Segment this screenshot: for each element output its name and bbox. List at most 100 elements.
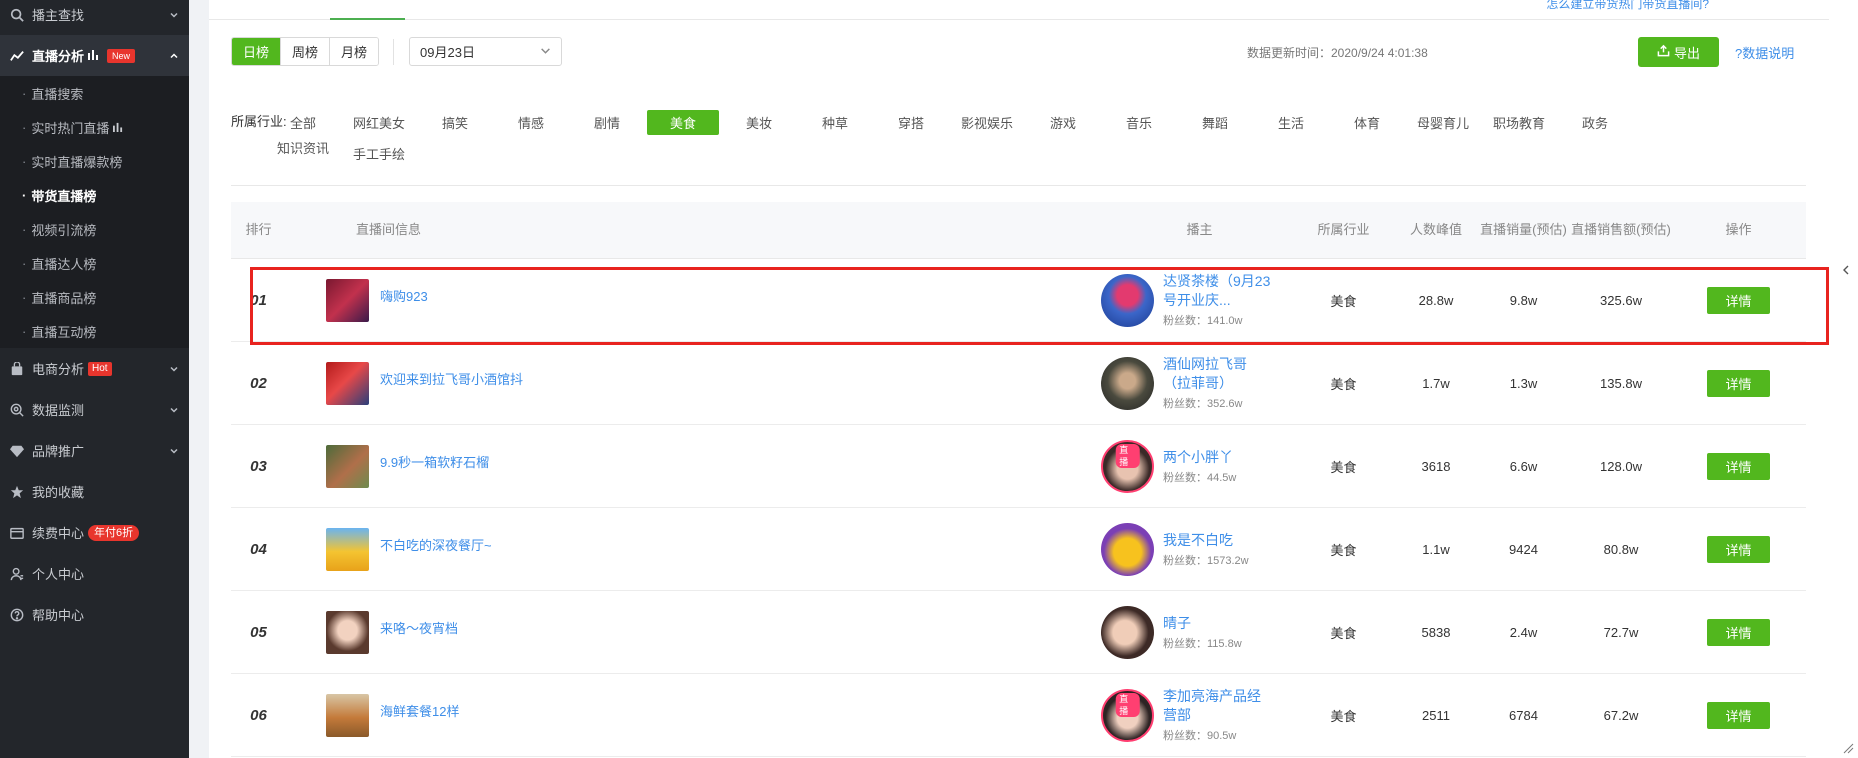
industry-tag[interactable]: 美妆	[721, 110, 797, 135]
room-thumbnail[interactable]	[326, 278, 369, 322]
room-thumbnail[interactable]	[326, 444, 369, 488]
sidebar-item-help[interactable]: 帮助中心	[0, 594, 189, 635]
sidebar-item-label: 直播分析	[32, 49, 85, 64]
detail-button[interactable]: 详情	[1707, 452, 1770, 480]
submenu-label: 直播达人榜	[31, 256, 97, 272]
date-select[interactable]: 09月23日	[409, 37, 563, 66]
diamond-icon	[8, 442, 26, 460]
sidebar-item-live-analysis[interactable]: 直播分析 New	[0, 35, 189, 76]
sidebar-item-ecommerce[interactable]: 电商分析 Hot	[0, 348, 189, 389]
table-row: 01 嗨购923 达贤茶楼（9月23号开业庆... 粉丝数：141.0w 美食 …	[231, 259, 1806, 342]
industry-tag[interactable]: 生活	[1253, 110, 1329, 135]
peak-value: 1.7w	[1422, 375, 1450, 391]
room-title-link[interactable]: 嗨购923	[380, 286, 428, 305]
industry-tag[interactable]: 穿搭	[873, 110, 949, 135]
scrollbar-area[interactable]	[1829, 0, 1858, 758]
industry-tag[interactable]: 种草	[797, 110, 873, 135]
industry-tag[interactable]: 剧情	[569, 110, 645, 135]
host-name-link[interactable]: 两个小胖丫	[1163, 448, 1236, 467]
tab-weekly[interactable]: 周榜	[281, 38, 331, 65]
detail-button[interactable]: 详情	[1707, 369, 1770, 397]
sidebar-item-streamer-search[interactable]: 播主查找	[0, 0, 189, 29]
sidebar-item-brand-promotion[interactable]: 品牌推广	[0, 430, 189, 471]
room-thumbnail[interactable]	[326, 693, 369, 737]
room-thumbnail[interactable]	[326, 610, 369, 654]
detail-button[interactable]: 详情	[1707, 286, 1770, 314]
bag-icon	[8, 360, 26, 378]
peak-value: 1.1w	[1422, 541, 1450, 557]
host-avatar[interactable]	[1101, 273, 1154, 327]
industry-tag[interactable]: 网红美女	[341, 110, 417, 135]
sidebar-item-label: 个人中心	[32, 567, 85, 582]
room-title-link[interactable]: 海鲜套餐12样	[380, 701, 459, 720]
fans-count: 粉丝数：115.8w	[1163, 637, 1242, 650]
tab-daily[interactable]: 日榜	[232, 38, 282, 65]
host-avatar[interactable]	[1101, 605, 1154, 659]
host-name-link[interactable]: 达贤茶楼（9月23号开业庆...	[1163, 272, 1273, 310]
industry-tag[interactable]: 舞蹈	[1177, 110, 1253, 135]
submenu-label: 直播商品榜	[31, 290, 97, 306]
industry-tag[interactable]: 职场教育	[1481, 110, 1557, 135]
submenu-live-talent-ranking[interactable]: 直播达人榜	[0, 246, 189, 280]
host-name-link[interactable]: 李加亮海产品经营部	[1163, 687, 1273, 725]
submenu-realtime-hot-live[interactable]: 实时热门直播	[0, 110, 189, 144]
room-thumbnail[interactable]	[326, 527, 369, 571]
sidebar-item-favorites[interactable]: 我的收藏	[0, 471, 189, 512]
sales-value: 1.3w	[1509, 375, 1538, 391]
industry-tag[interactable]: 知识资讯	[265, 135, 341, 160]
data-help-link[interactable]: ?数据说明	[1735, 43, 1794, 62]
industry-tag[interactable]: 搞笑	[417, 110, 493, 135]
room-thumbnail[interactable]	[326, 361, 369, 405]
industry-tag[interactable]: 政务	[1557, 110, 1633, 135]
detail-button[interactable]: 详情	[1707, 618, 1770, 646]
industry-tag[interactable]: 体育	[1329, 110, 1405, 135]
chevron-left-icon[interactable]	[1840, 264, 1852, 276]
host-avatar[interactable]: 直播	[1101, 439, 1154, 493]
host-name-link[interactable]: 酒仙网拉飞哥（拉菲哥）	[1163, 355, 1273, 393]
sidebar-item-label: 电商分析	[32, 362, 85, 377]
sales-value: 2.4w	[1509, 624, 1538, 640]
trend-icon	[8, 47, 26, 65]
submenu-live-product-ranking[interactable]: 直播商品榜	[0, 280, 189, 314]
host-name-link[interactable]: 晴子	[1163, 614, 1242, 633]
bar-chart-icon	[113, 120, 123, 135]
industry-tag[interactable]: 音乐	[1101, 110, 1177, 135]
host-avatar[interactable]	[1101, 522, 1154, 576]
industry-tag[interactable]: 影视娱乐	[949, 110, 1025, 135]
room-title-link[interactable]: 不白吃的深夜餐厅~	[380, 535, 492, 554]
tab-monthly[interactable]: 月榜	[330, 38, 379, 65]
sidebar-item-renewal[interactable]: 续费中心 年付6折	[0, 512, 189, 553]
active-tab-indicator	[330, 18, 405, 20]
export-button[interactable]: 导出	[1638, 37, 1719, 67]
submenu-live-search[interactable]: 直播搜索	[0, 76, 189, 110]
host-avatar[interactable]	[1101, 356, 1154, 410]
industry-tag[interactable]: 游戏	[1025, 110, 1101, 135]
submenu-realtime-hot-products[interactable]: 实时直播爆款榜	[0, 144, 189, 178]
detail-button[interactable]: 详情	[1707, 535, 1770, 563]
host-name-link[interactable]: 我是不白吃	[1163, 531, 1249, 550]
room-title-link[interactable]: 欢迎来到拉飞哥小酒馆抖	[380, 369, 523, 388]
sidebar-item-label: 我的收藏	[32, 485, 85, 500]
col-op: 操作	[1725, 222, 1752, 237]
sales-value: 9.8w	[1509, 292, 1538, 308]
live-badge: 直播	[1115, 443, 1140, 468]
submenu-video-traffic-ranking[interactable]: 视频引流榜	[0, 212, 189, 246]
resize-handle-icon[interactable]	[1842, 742, 1854, 754]
submenu-live-interaction-ranking[interactable]: 直播互动榜	[0, 314, 189, 348]
sidebar-item-data-monitor[interactable]: 数据监测	[0, 389, 189, 430]
room-title-link[interactable]: 9.9秒一箱软籽石榴	[380, 452, 489, 471]
submenu-sales-live-ranking[interactable]: 带货直播榜	[0, 178, 189, 212]
rank-number: 01	[250, 291, 267, 309]
industry-tag[interactable]: 情感	[493, 110, 569, 135]
submenu-label: 直播搜索	[31, 86, 84, 102]
room-title-link[interactable]: 来咯～夜宵档	[380, 618, 458, 637]
detail-button[interactable]: 详情	[1707, 701, 1770, 729]
industry-tag[interactable]: 母婴育儿	[1405, 110, 1481, 135]
industry-tag-food-selected[interactable]: 美食	[647, 110, 719, 135]
tip-link[interactable]: 怎么建立带货热门带货直播间?	[1546, 0, 1709, 10]
industry-tag-all[interactable]: 全部	[265, 110, 341, 135]
sidebar-item-profile[interactable]: 个人中心	[0, 553, 189, 594]
host-avatar[interactable]: 直播	[1101, 688, 1154, 742]
sidebar-item-label: 续费中心	[32, 526, 85, 541]
industry-tag[interactable]: 手工手绘	[341, 141, 417, 166]
